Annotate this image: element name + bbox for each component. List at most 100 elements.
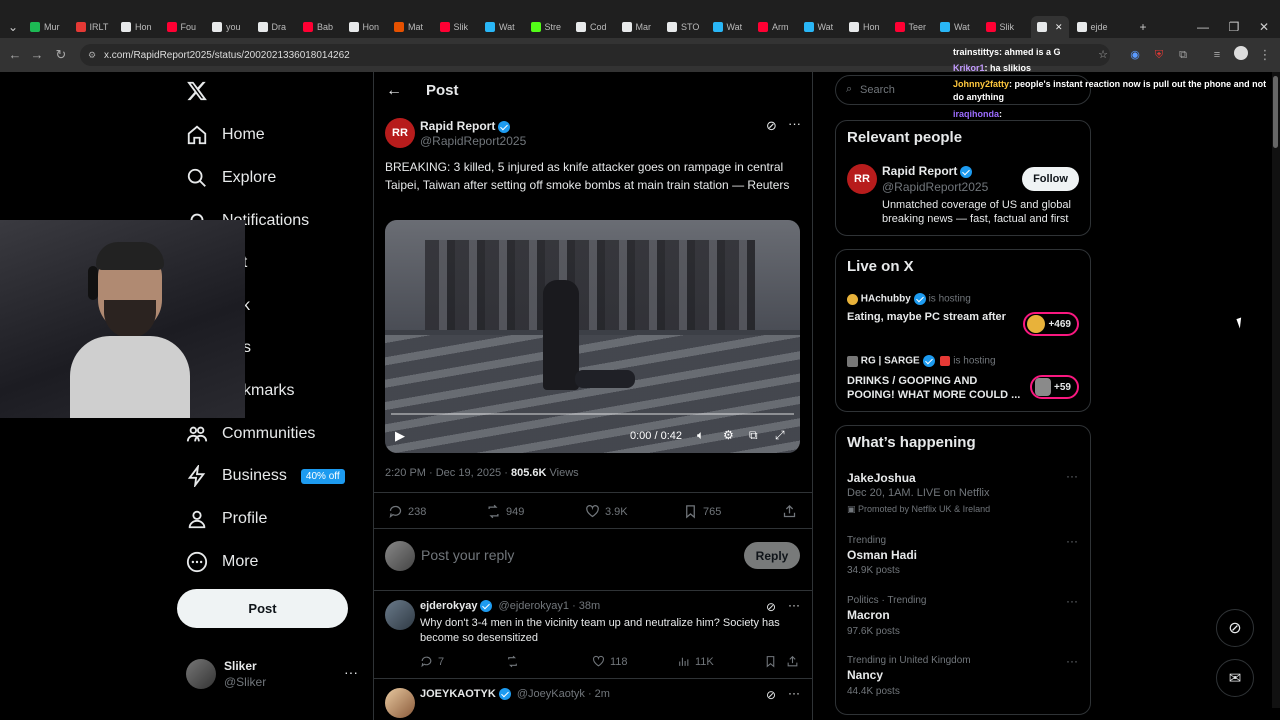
browser-tab[interactable]: Wat <box>940 16 980 38</box>
tweet-more-icon[interactable]: ··· <box>788 116 801 131</box>
reply-more-icon[interactable]: ··· <box>788 686 800 700</box>
tweet-timestamp[interactable]: 2:20 PM · Dec 19, 2025 · <box>385 467 511 479</box>
share-action[interactable] <box>786 655 799 668</box>
back-icon[interactable]: ← <box>6 46 24 64</box>
author-avatar[interactable]: RR <box>385 118 415 148</box>
browser-tab[interactable]: ejde <box>1076 16 1117 38</box>
site-info-icon[interactable]: ⚙ <box>88 50 96 61</box>
minimize-icon[interactable]: — <box>1194 18 1212 36</box>
browser-tab[interactable]: Teer <box>894 16 935 38</box>
trend-more-icon[interactable]: ··· <box>1066 654 1078 668</box>
grok-fab[interactable]: ⊘ <box>1216 609 1254 647</box>
repost-action[interactable] <box>506 655 519 668</box>
bookmark-action[interactable]: 765 <box>683 504 721 519</box>
live-host-row[interactable]: HAchubby is hosting <box>847 293 971 305</box>
relevant-avatar[interactable]: RR <box>847 164 877 194</box>
author-handle[interactable]: @RapidReport2025 <box>420 134 526 148</box>
scrollbar-thumb[interactable] <box>1273 76 1278 148</box>
browser-tab[interactable]: Hon <box>849 16 889 38</box>
close-tab-icon[interactable]: ✕ <box>1055 22 1063 33</box>
browser-tab[interactable]: Hon <box>121 16 161 38</box>
nav-profile[interactable]: Profile <box>186 504 267 534</box>
reply-action[interactable]: 7 <box>420 655 444 668</box>
browser-tab[interactable]: Slik <box>985 16 1026 38</box>
reply-author-handle[interactable]: @JoeyKaotyk · 2m <box>517 688 610 700</box>
maximize-icon[interactable]: ❐ <box>1225 18 1243 36</box>
share-action[interactable] <box>782 504 797 519</box>
browser-tab[interactable]: Slik <box>439 16 480 38</box>
reload-icon[interactable]: ↻ <box>52 46 70 64</box>
account-avatar[interactable] <box>186 659 216 689</box>
grok-icon[interactable]: ⊘ <box>766 118 777 134</box>
nav-bookmarks[interactable]: kmarks <box>243 376 295 406</box>
follow-button[interactable]: Follow <box>1022 167 1079 191</box>
x-logo-icon[interactable] <box>186 80 208 102</box>
trend-more-icon[interactable]: ··· <box>1066 594 1078 608</box>
trend-name[interactable]: Macron <box>847 608 890 622</box>
live-title[interactable]: DRINKS / GOOPING AND POOING! WHAT MORE C… <box>847 374 1022 402</box>
browser-tab[interactable]: Wat <box>485 16 525 38</box>
browser-tab[interactable]: Arm <box>758 16 798 38</box>
browser-tab[interactable]: Fou <box>166 16 207 38</box>
trend-name[interactable]: Nancy <box>847 668 883 682</box>
views-action[interactable]: 11K <box>677 655 714 668</box>
fullscreen-icon[interactable]: ⤢ <box>775 428 785 443</box>
volume-icon[interactable]: 🔈︎ <box>697 428 704 443</box>
reply-action[interactable]: 238 <box>388 504 426 519</box>
browser-tab[interactable]: ✕ <box>1031 16 1069 38</box>
browser-tab[interactable]: STO <box>667 16 707 38</box>
nav-more[interactable]: More <box>186 547 258 577</box>
grok-icon[interactable]: ⊘ <box>766 688 776 702</box>
browser-tab[interactable]: Mur <box>30 16 70 38</box>
post-button[interactable]: Post <box>177 589 348 628</box>
browser-tab[interactable]: Cod <box>576 16 616 38</box>
reply-avatar[interactable] <box>385 688 415 718</box>
reply-author-name[interactable]: JOEYKAOTYK <box>420 688 496 700</box>
play-icon[interactable]: ▶ <box>395 428 405 444</box>
like-action[interactable]: 3.9K <box>585 504 628 519</box>
new-tab-button[interactable]: + <box>1134 18 1152 36</box>
grok-icon[interactable]: ⊘ <box>766 600 776 614</box>
tab-search-icon[interactable]: ⌄ <box>4 18 22 36</box>
scrollbar[interactable] <box>1272 72 1280 708</box>
forward-icon[interactable]: → <box>28 46 46 64</box>
like-action[interactable]: 118 <box>592 655 628 668</box>
nav-explore[interactable]: Explore <box>186 163 276 193</box>
browser-tab[interactable]: Stre <box>530 16 571 38</box>
relevant-name-row[interactable]: Rapid Report <box>882 164 973 178</box>
back-arrow-icon[interactable]: ← <box>386 82 402 100</box>
trend-name[interactable]: JakeJoshua <box>847 471 916 485</box>
browser-tab[interactable]: Bab <box>303 16 343 38</box>
relevant-handle[interactable]: @RapidReport2025 <box>882 180 988 194</box>
close-window-icon[interactable]: ✕ <box>1255 18 1273 36</box>
reply-more-icon[interactable]: ··· <box>788 598 800 612</box>
tweet-video[interactable]: ▶ 0:00 / 0:42 🔈︎ ⚙ ⧉ ⤢ <box>385 220 800 453</box>
repost-action[interactable]: 949 <box>486 504 524 519</box>
bookmark-action[interactable] <box>764 655 777 668</box>
author-name-row[interactable]: Rapid Report <box>420 119 511 133</box>
browser-tab[interactable]: Wat <box>712 16 753 38</box>
video-progress-bar[interactable] <box>391 413 794 415</box>
browser-tab[interactable]: Dra <box>257 16 298 38</box>
nav-business[interactable]: Business 40% off <box>186 461 345 491</box>
picture-in-picture-icon[interactable]: ⧉ <box>749 428 758 443</box>
nav-home[interactable]: Home <box>186 120 265 150</box>
messages-fab[interactable]: ✉ <box>1216 659 1254 697</box>
browser-tab[interactable]: you <box>212 16 252 38</box>
trend-name[interactable]: Osman Hadi <box>847 548 917 562</box>
browser-tab[interactable]: IRLT <box>75 16 116 38</box>
reply-input[interactable]: Post your reply <box>421 547 514 563</box>
trend-more-icon[interactable]: ··· <box>1066 469 1078 483</box>
reply-avatar[interactable] <box>385 600 415 630</box>
live-listeners[interactable]: +469 <box>1023 312 1079 336</box>
browser-tab[interactable]: Hon <box>348 16 389 38</box>
settings-gear-icon[interactable]: ⚙ <box>723 428 734 442</box>
browser-tab[interactable]: Mar <box>621 16 662 38</box>
reply-author-handle[interactable]: @ejderokyay1 · 38m <box>499 600 601 612</box>
account-menu-icon[interactable]: ··· <box>344 664 358 680</box>
nav-communities[interactable]: Communities <box>186 419 315 449</box>
trend-more-icon[interactable]: ··· <box>1066 534 1078 548</box>
live-title[interactable]: Eating, maybe PC stream after <box>847 311 1006 323</box>
reply-author-name[interactable]: ejderokyay <box>420 600 477 612</box>
live-listeners[interactable]: +59 <box>1030 375 1079 399</box>
